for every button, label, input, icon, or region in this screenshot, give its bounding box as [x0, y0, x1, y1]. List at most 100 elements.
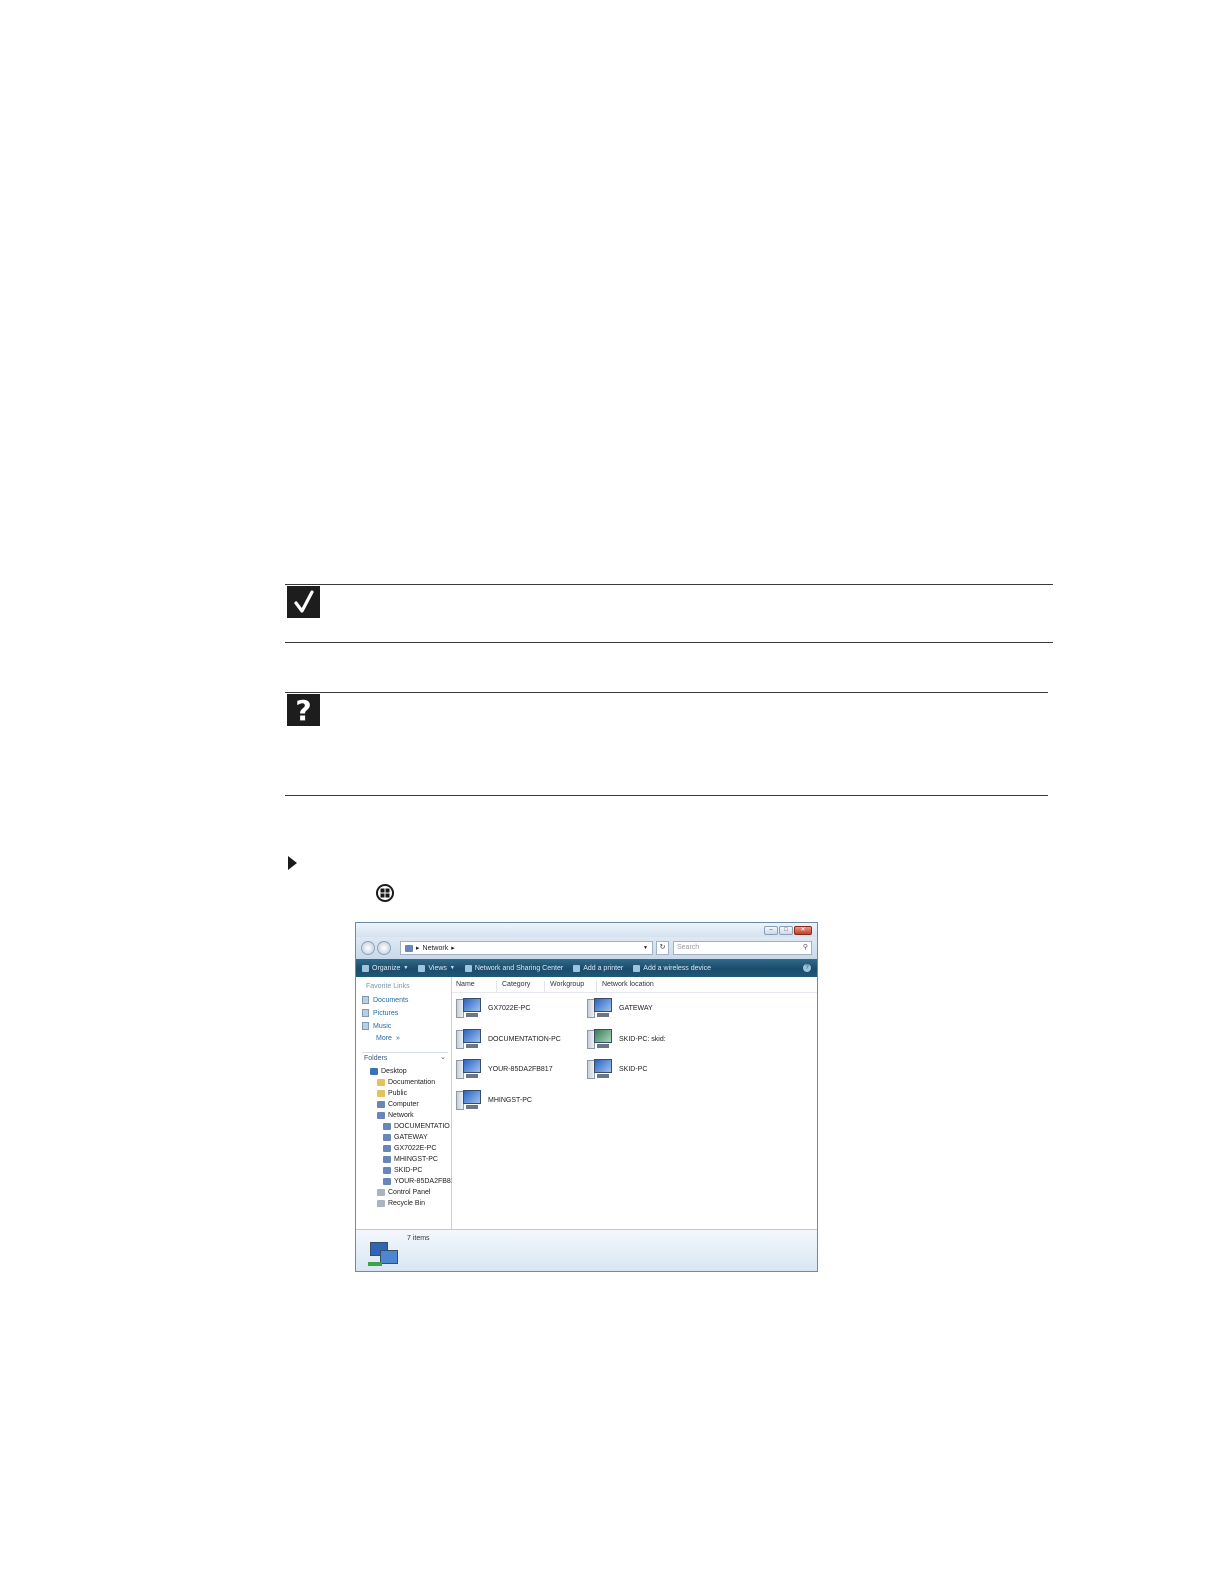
computer-name: SKID-PC — [619, 1065, 648, 1073]
network-center-label: Network and Sharing Center — [474, 964, 564, 972]
chevron-down-icon: ▼ — [403, 965, 409, 971]
tree-label: DOCUMENTATIO — [394, 1123, 450, 1130]
computer-icon — [456, 1088, 482, 1112]
tree-item-documentation[interactable]: Documentation — [377, 1079, 435, 1086]
tree-item-gateway[interactable]: GATEWAY — [383, 1134, 428, 1141]
column-separator[interactable] — [544, 981, 545, 992]
organize-label: Organize — [372, 964, 401, 972]
tree-label: GX7022E-PC — [394, 1145, 437, 1152]
computer-icon — [456, 1057, 482, 1081]
computer-icon — [383, 1134, 391, 1141]
back-button[interactable] — [361, 941, 375, 955]
chevron-down-icon: ▼ — [449, 965, 455, 971]
tree-item-network[interactable]: Network — [377, 1112, 414, 1119]
computer-icon — [587, 996, 613, 1020]
add-printer-button[interactable]: Add a printer — [573, 964, 624, 972]
printer-icon — [573, 964, 581, 972]
breadcrumb-network[interactable]: Network — [423, 945, 449, 952]
favorite-links-heading: Favorite Links — [366, 983, 410, 990]
computer-icon — [383, 1145, 391, 1152]
title-bar: – □ ✕ — [356, 923, 817, 937]
column-header-category[interactable]: Category — [502, 981, 530, 988]
search-placeholder: Search — [677, 944, 700, 951]
more-links[interactable]: More» — [376, 1035, 400, 1042]
breadcrumb-separator: ▸ — [451, 945, 455, 952]
network-explorer-window: – □ ✕ ▸ Network ▸ ▼ ↻ Search ⚲ Organize ▼… — [355, 922, 818, 1272]
tree-label: Computer — [388, 1101, 419, 1108]
network-computer-item[interactable]: SKID-PC — [587, 1057, 647, 1081]
add-wireless-device-button[interactable]: Add a wireless device — [633, 964, 711, 972]
search-input[interactable]: Search ⚲ — [673, 941, 812, 955]
refresh-button[interactable]: ↻ — [656, 941, 669, 955]
folder-icon — [377, 1079, 385, 1086]
folders-collapse-icon[interactable]: ⌄ — [440, 1053, 446, 1061]
tree-item-your-85da2fb81[interactable]: YOUR-85DA2FB81 — [383, 1178, 455, 1185]
maximize-button[interactable]: □ — [779, 926, 793, 935]
address-bar[interactable]: ▸ Network ▸ ▼ — [400, 941, 653, 955]
tree-label: YOUR-85DA2FB81 — [394, 1178, 455, 1185]
favorite-link-label: Documents — [373, 996, 409, 1004]
network-computer-item[interactable]: GATEWAY — [587, 996, 653, 1020]
column-separator[interactable] — [596, 981, 597, 992]
tree-label: Documentation — [388, 1079, 436, 1086]
documents-icon — [362, 996, 369, 1004]
computer-icon — [383, 1167, 391, 1174]
computer-name: GX7022E-PC — [488, 1004, 531, 1012]
tree-item-documentatio[interactable]: DOCUMENTATIO — [383, 1123, 450, 1130]
double-chevron-icon: » — [395, 1035, 400, 1042]
step-bullet-arrow-icon — [288, 856, 297, 870]
favorite-link-documents[interactable]: Documents — [362, 996, 408, 1004]
tree-label: SKID-PC — [394, 1167, 423, 1174]
column-header-row: Name Category Workgroup Network location — [452, 981, 817, 993]
computer-name: YOUR-85DA2FB817 — [488, 1065, 553, 1073]
favorite-link-label: Pictures — [373, 1009, 399, 1017]
network-computer-item[interactable]: GX7022E-PC — [456, 996, 530, 1020]
tree-item-mhingst-pc[interactable]: MHINGST-PC — [383, 1156, 438, 1163]
tree-label: Network — [388, 1112, 414, 1119]
command-bar: Organize ▼ Views ▼ Network and Sharing Cen… — [356, 959, 817, 977]
network-sharing-center-button[interactable]: Network and Sharing Center — [464, 964, 564, 972]
folders-heading[interactable]: Folders — [364, 1055, 387, 1062]
computer-name: MHINGST-PC — [488, 1096, 532, 1104]
search-icon[interactable]: ⚲ — [803, 942, 808, 954]
favorite-link-music[interactable]: Music — [362, 1022, 391, 1030]
tree-item-control-panel[interactable]: Control Panel — [377, 1189, 430, 1196]
network-computer-item[interactable]: MHINGST-PC — [456, 1088, 532, 1112]
address-dropdown-icon[interactable]: ▼ — [643, 945, 648, 951]
tree-label: Recycle Bin — [388, 1200, 425, 1207]
tree-item-computer[interactable]: Computer — [377, 1101, 419, 1108]
wireless-icon — [633, 964, 641, 972]
column-header-name[interactable]: Name — [456, 981, 475, 988]
network-computer-item[interactable]: DOCUMENTATION-PC — [456, 1027, 561, 1051]
address-row: ▸ Network ▸ ▼ ↻ Search ⚲ — [356, 937, 817, 959]
minimize-button[interactable]: – — [764, 926, 778, 935]
pictures-icon — [362, 1009, 369, 1017]
add-printer-label: Add a printer — [583, 964, 624, 972]
forward-button[interactable] — [377, 941, 391, 955]
tree-item-gx7022e-pc[interactable]: GX7022E-PC — [383, 1145, 436, 1152]
computer-icon — [456, 1027, 482, 1051]
favorite-link-pictures[interactable]: Pictures — [362, 1009, 398, 1017]
tree-item-public[interactable]: Public — [377, 1090, 407, 1097]
tree-item-recycle-bin[interactable]: Recycle Bin — [377, 1200, 425, 1207]
help-icon[interactable]: ? — [803, 964, 811, 972]
tree-item-skid-pc[interactable]: SKID-PC — [383, 1167, 422, 1174]
tree-item-desktop[interactable]: Desktop — [370, 1068, 407, 1075]
column-separator[interactable] — [496, 981, 497, 992]
network-computer-item[interactable]: YOUR-85DA2FB817 — [456, 1057, 553, 1081]
computer-icon — [383, 1178, 391, 1185]
tree-label: Desktop — [381, 1068, 407, 1075]
close-button[interactable]: ✕ — [794, 926, 812, 935]
views-button[interactable]: Views ▼ — [418, 964, 455, 972]
tree-label: Public — [388, 1090, 408, 1097]
windows-start-icon — [376, 884, 394, 902]
checkmark-icon — [287, 586, 320, 618]
column-header-workgroup[interactable]: Workgroup — [550, 981, 584, 988]
question-mark-icon: ? — [287, 694, 320, 727]
network-media-device-item[interactable]: SKID-PC: skid: — [587, 1027, 666, 1051]
organize-button[interactable]: Organize ▼ — [362, 964, 409, 972]
breadcrumb-separator: ▸ — [416, 945, 420, 952]
network-icon — [377, 1112, 385, 1119]
network-center-icon — [464, 964, 472, 972]
column-header-network-location[interactable]: Network location — [602, 981, 654, 988]
